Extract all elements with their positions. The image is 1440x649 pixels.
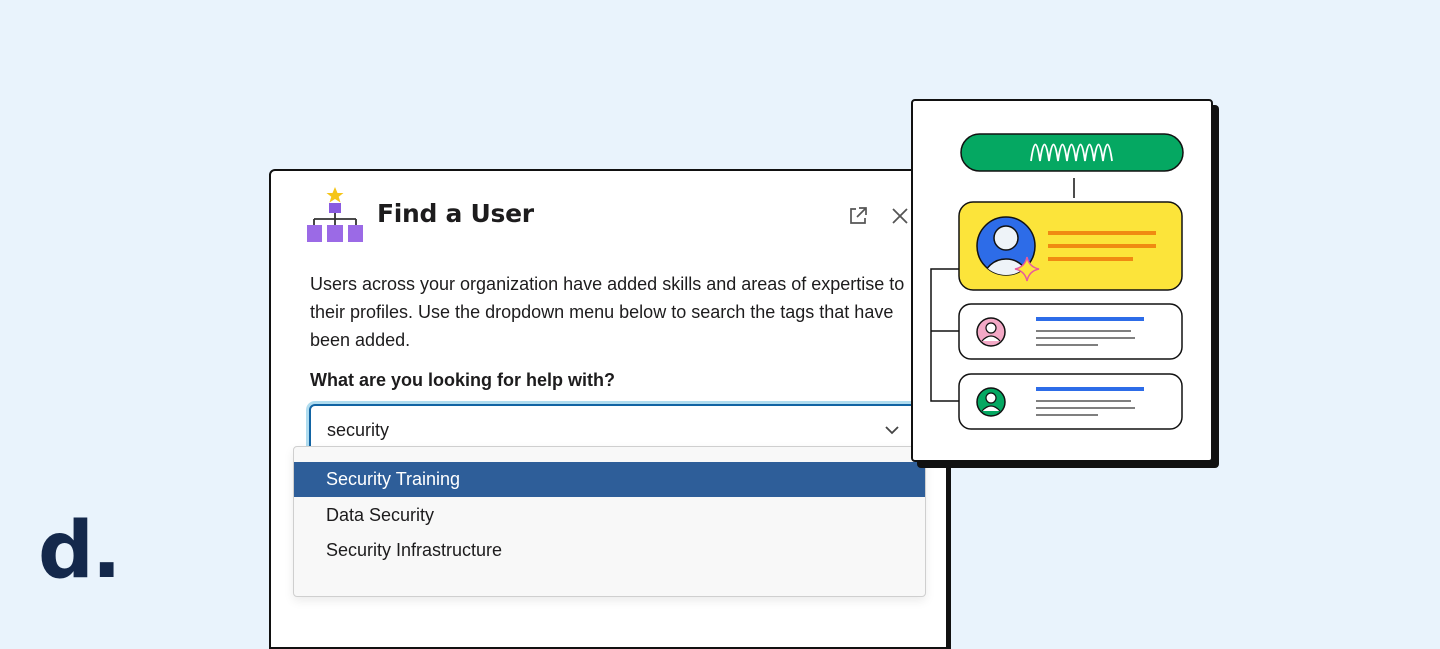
brand-logo: d. [38, 506, 121, 596]
dropdown-option[interactable]: Security Infrastructure [294, 533, 925, 568]
org-chart-illustration [911, 99, 1213, 462]
chevron-down-icon[interactable] [881, 419, 903, 441]
select-value[interactable]: security [327, 420, 389, 441]
modal-title: Find a User [377, 199, 534, 228]
org-chart-star-icon [305, 185, 365, 250]
dropdown-option[interactable]: Data Security [294, 498, 925, 533]
external-link-icon[interactable] [847, 205, 869, 227]
field-label: What are you looking for help with? [310, 370, 615, 390]
dropdown-option[interactable]: Security Training [294, 462, 925, 497]
dropdown-menu: Security Training Data Security Security… [293, 446, 926, 597]
close-icon[interactable] [889, 205, 911, 227]
modal-description: Users across your organization have adde… [310, 274, 905, 350]
